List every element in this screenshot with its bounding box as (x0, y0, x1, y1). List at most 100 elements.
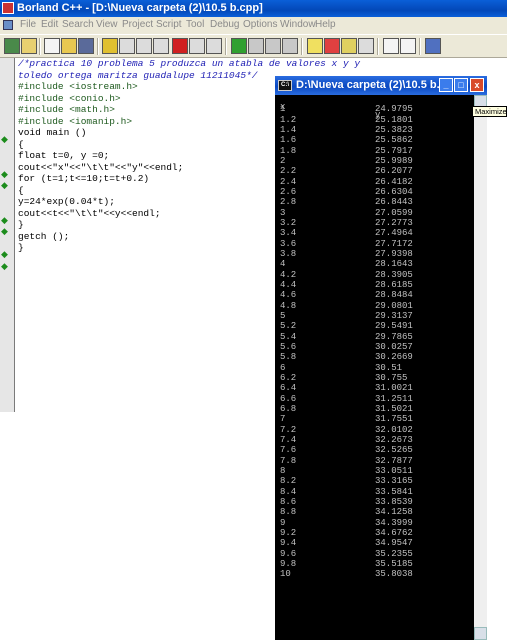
find-next-icon[interactable] (324, 38, 340, 54)
y-value: 32.2673 (375, 434, 413, 445)
y-value: 32.7877 (375, 455, 413, 466)
y-value: 28.8484 (375, 290, 413, 301)
x-value: 10 (280, 569, 291, 580)
breakpoint-marker-icon[interactable]: ◆ (1, 216, 11, 225)
menu-edit[interactable]: Edit (41, 17, 58, 33)
maximize-tooltip: Maximize (472, 106, 507, 117)
step-over-icon[interactable] (189, 38, 205, 54)
menu-view[interactable]: View (96, 17, 118, 33)
menu-tool[interactable]: Tool (186, 17, 204, 33)
y-value: 35.2355 (375, 548, 413, 559)
breakpoint-marker-icon[interactable]: ◆ (1, 181, 11, 190)
breakpoint-marker-icon[interactable]: ◆ (1, 227, 11, 236)
help-icon[interactable] (425, 38, 441, 54)
close-button[interactable]: x (470, 78, 484, 92)
x-value: 9.6 (280, 548, 297, 559)
y-value: 25.1801 (375, 114, 413, 125)
x-value: 3.6 (280, 238, 297, 249)
y-value: 35.8038 (375, 569, 413, 580)
document-icon[interactable] (3, 20, 13, 30)
open-file-icon[interactable] (61, 38, 77, 54)
save-icon[interactable] (78, 38, 94, 54)
window-tile-icon[interactable] (383, 38, 399, 54)
paste-icon[interactable] (282, 38, 298, 54)
breakpoint-marker-icon[interactable]: ◆ (1, 262, 11, 271)
y-value: 33.0511 (375, 465, 413, 476)
y-value: 32.5265 (375, 445, 413, 456)
y-value: 27.4964 (375, 228, 413, 239)
y-value: 30.0257 (375, 341, 413, 352)
maximize-button[interactable]: □ (454, 78, 468, 92)
y-value: 32.0102 (375, 424, 413, 435)
menu-file[interactable]: File (20, 17, 36, 33)
y-value: 30.755 (375, 372, 408, 383)
y-value: 28.6185 (375, 279, 413, 290)
y-value: 25.9989 (375, 155, 413, 166)
y-value: 34.9547 (375, 538, 413, 549)
breakpoint-marker-icon[interactable]: ◆ (1, 250, 11, 259)
x-value: 7 (280, 414, 286, 425)
menu-project[interactable]: Project (122, 17, 153, 33)
debug-step-icon[interactable] (153, 38, 169, 54)
borland-app-icon (2, 2, 14, 14)
menu-window[interactable]: Window (280, 17, 316, 33)
y-value: 31.7551 (375, 414, 413, 425)
y-value: 29.0801 (375, 300, 413, 311)
y-value: 29.5491 (375, 321, 413, 332)
x-value: 5.6 (280, 341, 297, 352)
window-cascade-icon[interactable] (400, 38, 416, 54)
x-value: 5.4 (280, 331, 297, 342)
y-value: 25.5862 (375, 135, 413, 146)
y-value: 28.1643 (375, 259, 413, 270)
copy-icon[interactable] (265, 38, 281, 54)
stop-icon[interactable] (172, 38, 188, 54)
scroll-down-arrow-icon[interactable] (474, 627, 487, 640)
y-value: 34.3999 (375, 517, 413, 528)
x-value: 1.6 (280, 135, 297, 146)
code-line[interactable]: /*practica 10 problema 5 produzca un ata… (18, 58, 360, 70)
y-value: 31.2511 (375, 393, 413, 404)
new-project-icon[interactable] (4, 38, 20, 54)
compile-icon[interactable] (102, 38, 118, 54)
console-title-bar[interactable]: C:\ D:\Nueva carpeta (2)\10.5 b.... _ □ … (275, 76, 487, 95)
y-value: 25.7917 (375, 145, 413, 156)
replace-icon[interactable] (341, 38, 357, 54)
x-value: 9.2 (280, 527, 297, 538)
search-again-icon[interactable] (358, 38, 374, 54)
x-value: 9.4 (280, 538, 297, 549)
breakpoint-marker-icon[interactable]: ◆ (1, 170, 11, 179)
make-icon[interactable] (119, 38, 135, 54)
x-value: 1.8 (280, 145, 297, 156)
menu-script[interactable]: Script (156, 17, 182, 33)
menu-options[interactable]: Options (243, 17, 277, 33)
open-project-icon[interactable] (21, 38, 37, 54)
x-value: 2.4 (280, 176, 297, 187)
y-value: 24.9795 (375, 104, 413, 115)
y-value: 33.3165 (375, 476, 413, 487)
minimize-button[interactable]: _ (439, 78, 453, 92)
toolbar (0, 34, 507, 58)
console-scrollbar[interactable] (474, 95, 487, 640)
console-title-text: D:\Nueva carpeta (2)\10.5 b.... (296, 79, 449, 91)
run-icon[interactable] (231, 38, 247, 54)
y-value: 27.9398 (375, 248, 413, 259)
x-value: 5.8 (280, 352, 297, 363)
build-icon[interactable] (136, 38, 152, 54)
x-value: 4.8 (280, 300, 297, 311)
menu-search[interactable]: Search (62, 17, 94, 33)
x-value: 9.8 (280, 558, 297, 569)
breakpoint-marker-icon[interactable]: ◆ (1, 135, 11, 144)
y-value: 25.3823 (375, 124, 413, 135)
trace-into-icon[interactable] (206, 38, 222, 54)
x-value: 1.2 (280, 114, 297, 125)
x-value: 8.6 (280, 496, 297, 507)
menu-help[interactable]: Help (315, 17, 336, 33)
find-icon[interactable] (307, 38, 323, 54)
x-value: 8.8 (280, 507, 297, 518)
new-file-icon[interactable] (44, 38, 60, 54)
x-value: 4 (280, 259, 286, 270)
menu-debug[interactable]: Debug (210, 17, 239, 33)
x-value: 8.4 (280, 486, 297, 497)
ide-title-bar[interactable]: Borland C++ - [D:\Nueva carpeta (2)\10.5… (0, 0, 507, 17)
cut-icon[interactable] (248, 38, 264, 54)
